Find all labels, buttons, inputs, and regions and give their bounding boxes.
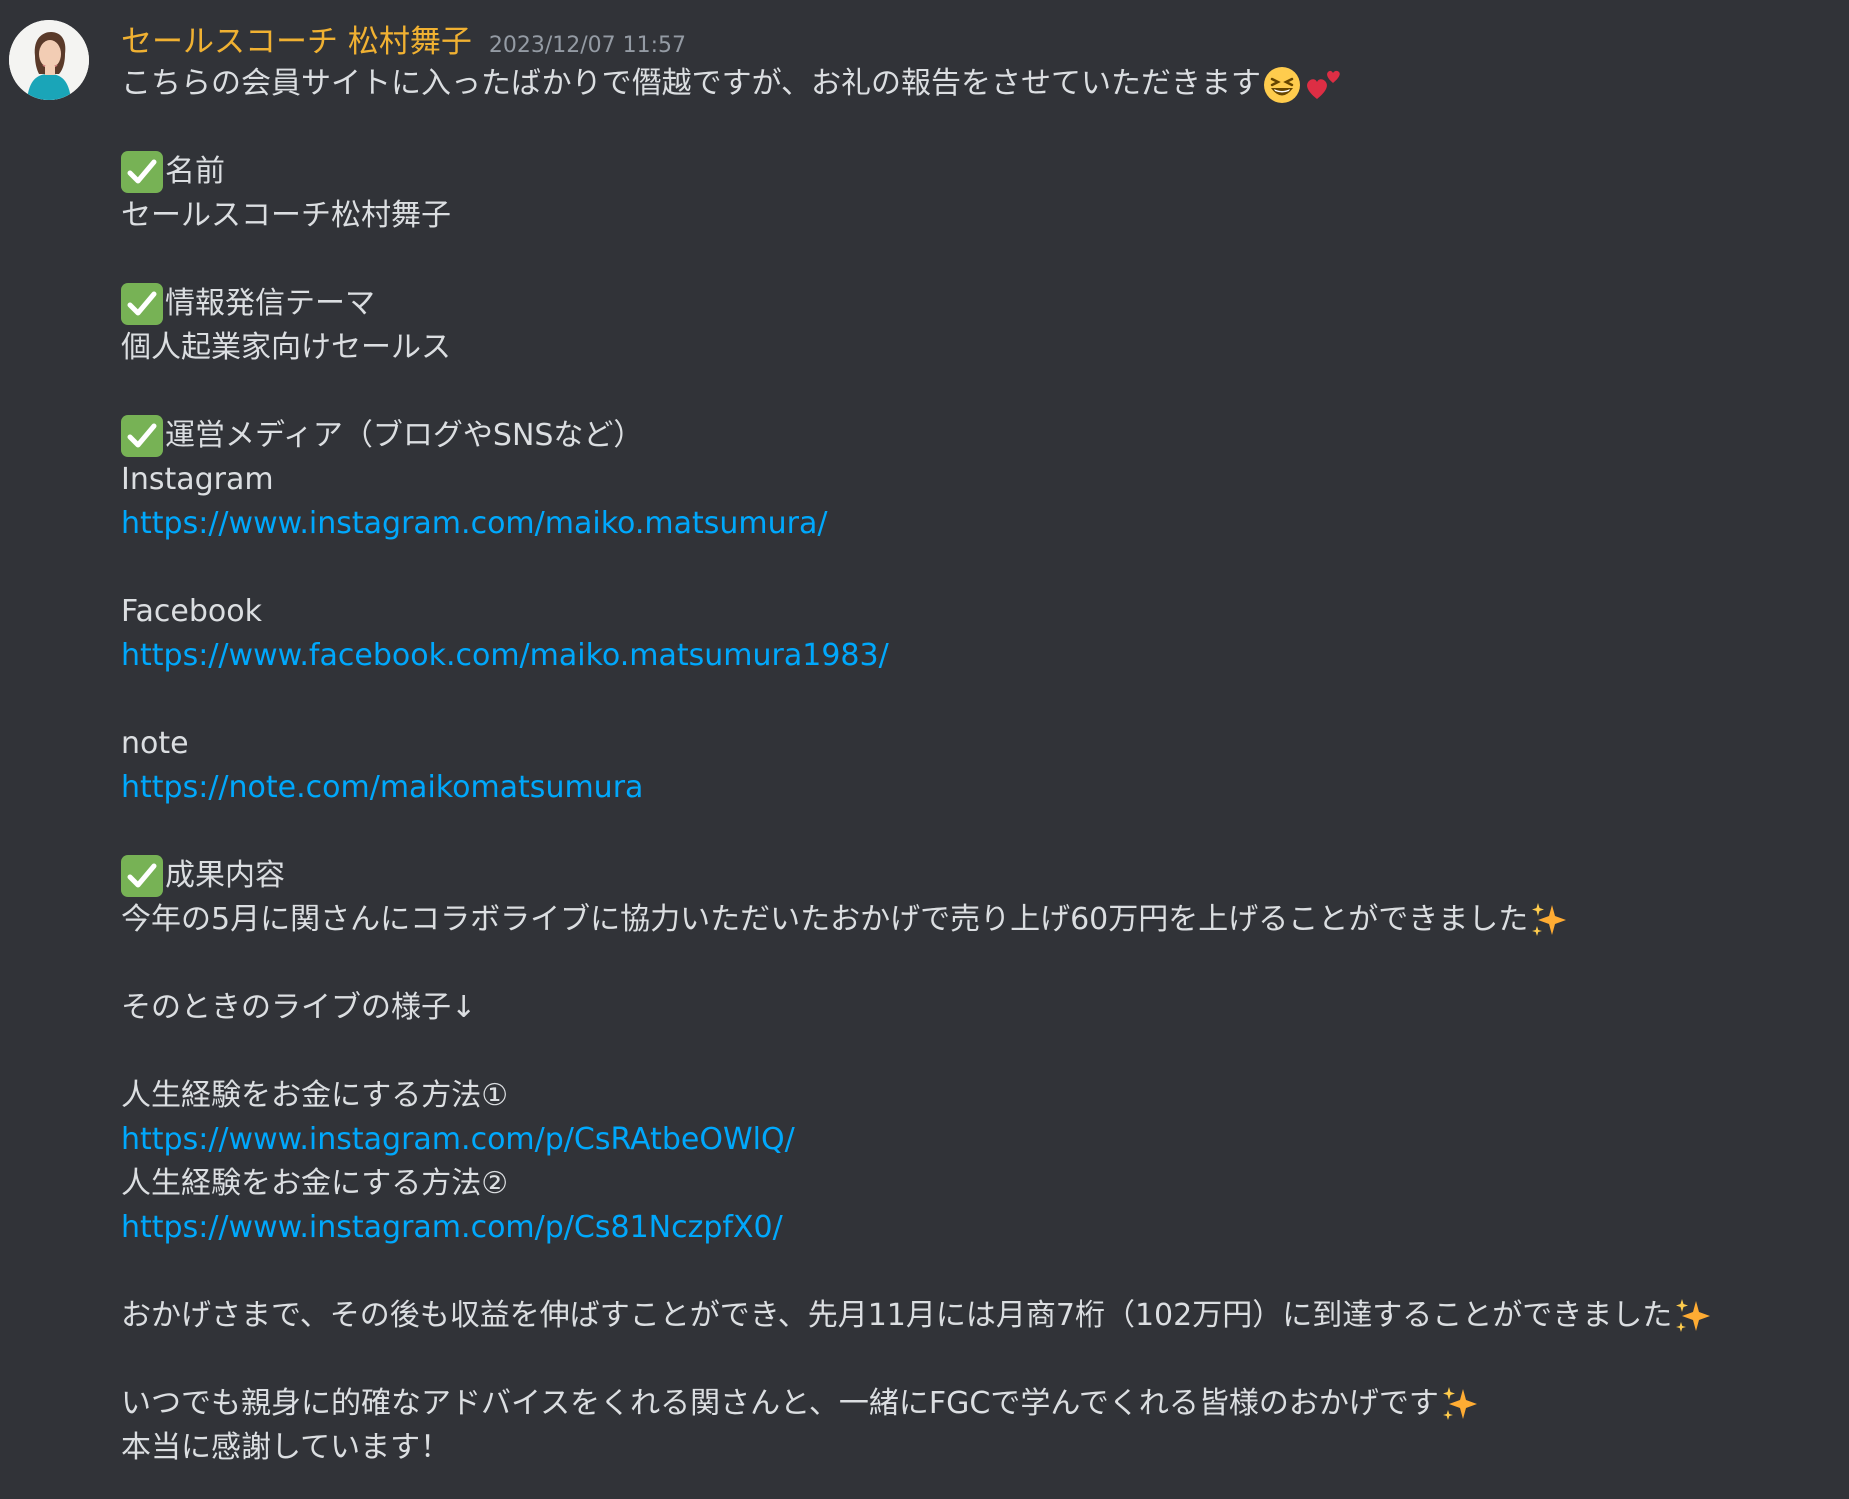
closing-text-line: 本当に感謝しています！ (121, 1426, 1831, 1470)
thanks-text-line: いつでも親身に的確なアドバイスをくれる関さんと、一緒にFGCで学んでくれる皆様の… (121, 1382, 1831, 1426)
growth-text-line: おかげさまで、その後も収益を伸ばすことができ、先月11月には月商7桁（102万円… (121, 1294, 1831, 1338)
media-heading-line: 運営メディア（ブログやSNSなど） (121, 414, 1831, 458)
check-mark-button-icon (121, 855, 163, 897)
avatar[interactable] (9, 20, 89, 100)
media-heading: 運営メディア（ブログやSNSなど） (165, 418, 644, 453)
chat-message: セールスコーチ 松村舞子 2023/12/07 11:57 こちらの会員サイトに… (0, 0, 1849, 1499)
name-value: セールスコーチ松村舞子 (121, 198, 451, 233)
note-label: note (121, 726, 189, 761)
theme-heading: 情報発信テーマ (165, 286, 375, 321)
method1-label-line: 人生経験をお金にする方法① (121, 1074, 1831, 1118)
check-mark-button-icon (121, 415, 163, 457)
live-text-line: そのときのライブの様子↓ (121, 986, 1831, 1030)
message-content: こちらの会員サイトに入ったばかりで僭越ですが、お礼の報告をさせていただきます 名… (121, 62, 1831, 1470)
note-link-line: https://note.com/maikomatsumura (121, 766, 1831, 810)
result-text-line: 今年の5月に関さんにコラボライブに協力いただいたおかげで売り上げ60万円を上げる… (121, 898, 1831, 942)
method2-label-line: 人生経験をお金にする方法② (121, 1162, 1831, 1206)
facebook-link[interactable]: https://www.facebook.com/maiko.matsumura… (121, 634, 889, 678)
sparkles-emoji-icon (1672, 1295, 1714, 1337)
growth-text: おかげさまで、その後も収益を伸ばすことができ、先月11月には月商7桁（102万円… (121, 1298, 1673, 1333)
note-link[interactable]: https://note.com/maikomatsumura (121, 766, 643, 810)
message-header: セールスコーチ 松村舞子 2023/12/07 11:57 (121, 18, 686, 66)
facebook-link-line: https://www.facebook.com/maiko.matsumura… (121, 634, 1831, 678)
note-label-line: note (121, 722, 1831, 766)
sparkles-emoji-icon (1439, 1383, 1481, 1425)
method1-link-line: https://www.instagram.com/p/CsRAtbeOWlQ/ (121, 1118, 1831, 1162)
method2-link-line: https://www.instagram.com/p/Cs81NczpfX0/ (121, 1206, 1831, 1250)
author-name[interactable]: セールスコーチ 松村舞子 (121, 18, 472, 66)
live-text: そのときのライブの様子↓ (121, 990, 477, 1025)
result-text: 今年の5月に関さんにコラボライブに協力いただいたおかげで売り上げ60万円を上げる… (121, 902, 1529, 937)
method2-label: 人生経験をお金にする方法② (121, 1166, 509, 1201)
facebook-label: Facebook (121, 594, 262, 629)
instagram-label-line: Instagram (121, 458, 1831, 502)
closing-text: 本当に感謝しています！ (121, 1430, 451, 1465)
method1-label: 人生経験をお金にする方法① (121, 1078, 509, 1113)
instagram-link[interactable]: https://www.instagram.com/maiko.matsumur… (121, 502, 827, 546)
method2-link[interactable]: https://www.instagram.com/p/Cs81NczpfX0/ (121, 1206, 783, 1250)
name-heading-line: 名前 (121, 150, 1831, 194)
theme-value-line: 個人起業家向けセールス (121, 326, 1831, 370)
instagram-label: Instagram (121, 462, 274, 497)
laughing-face-emoji-icon (1261, 63, 1303, 105)
message-timestamp[interactable]: 2023/12/07 11:57 (489, 33, 686, 58)
check-mark-button-icon (121, 151, 163, 193)
two-hearts-emoji-icon (1303, 63, 1345, 105)
check-mark-button-icon (121, 283, 163, 325)
result-heading-line: 成果内容 (121, 854, 1831, 898)
instagram-link-line: https://www.instagram.com/maiko.matsumur… (121, 502, 1831, 546)
result-heading: 成果内容 (165, 858, 285, 893)
theme-value: 個人起業家向けセールス (121, 330, 451, 365)
theme-heading-line: 情報発信テーマ (121, 282, 1831, 326)
name-heading: 名前 (165, 154, 225, 189)
avatar-photo-icon (9, 20, 89, 100)
name-value-line: セールスコーチ松村舞子 (121, 194, 1831, 238)
thanks-text: いつでも親身に的確なアドバイスをくれる関さんと、一緒にFGCで学んでくれる皆様の… (121, 1386, 1439, 1421)
message-line-intro: こちらの会員サイトに入ったばかりで僭越ですが、お礼の報告をさせていただきます (121, 62, 1831, 106)
facebook-label-line: Facebook (121, 590, 1831, 634)
intro-text: こちらの会員サイトに入ったばかりで僭越ですが、お礼の報告をさせていただきます (121, 66, 1261, 101)
method1-link[interactable]: https://www.instagram.com/p/CsRAtbeOWlQ/ (121, 1118, 795, 1162)
sparkles-emoji-icon (1528, 899, 1570, 941)
